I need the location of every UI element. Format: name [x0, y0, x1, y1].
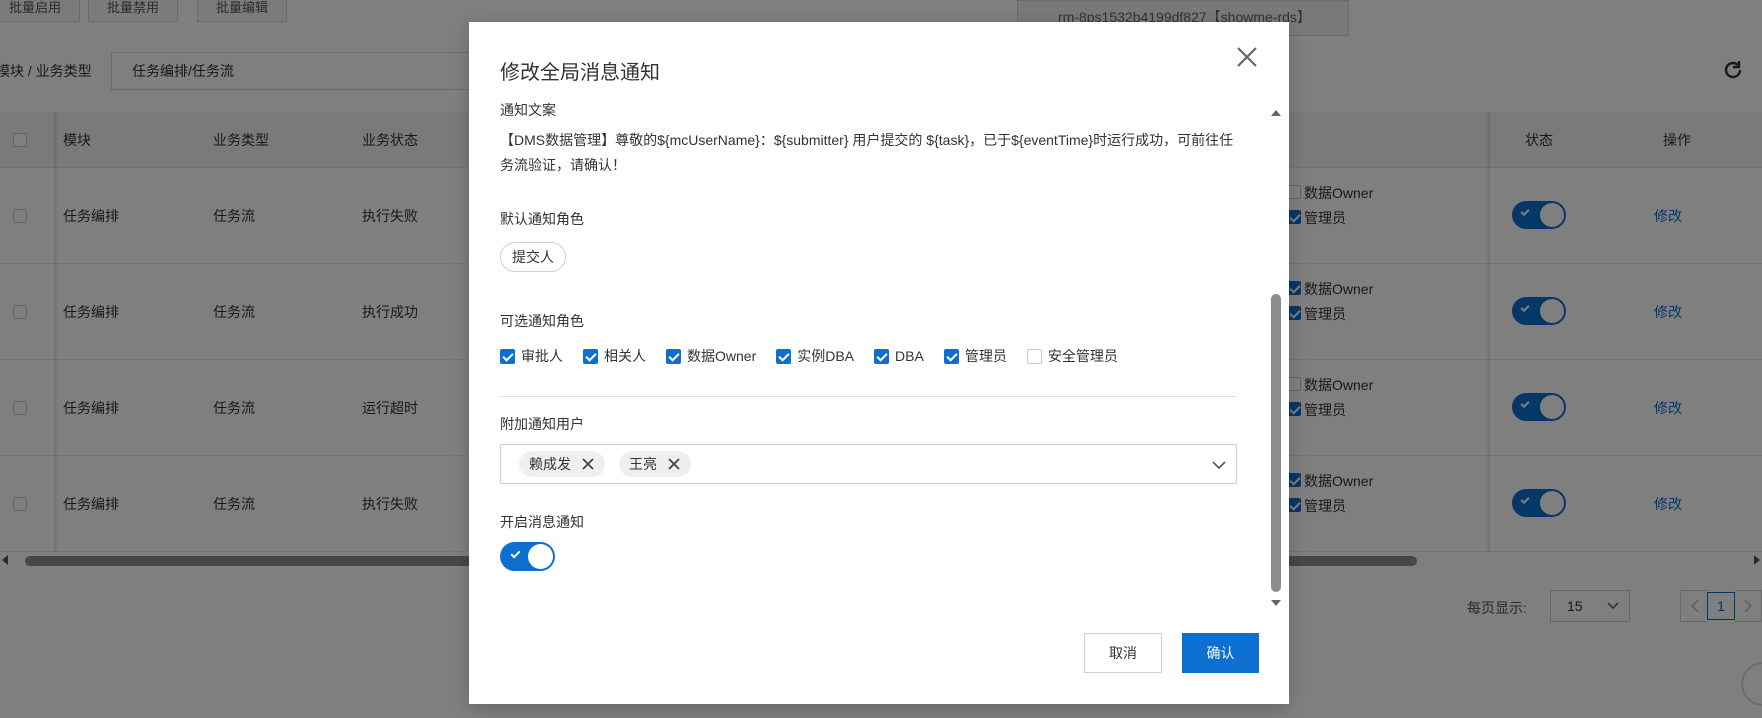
extra-users-label: 附加通知用户 — [500, 416, 584, 432]
user-tag-label: 王亮 — [629, 456, 657, 472]
role-label: 实例DBA — [797, 348, 855, 364]
role-option-admin[interactable]: 管理员 — [943, 346, 1007, 366]
role-option-related[interactable]: 相关人 — [583, 346, 646, 366]
section-divider — [500, 396, 1237, 397]
dialog-title: 修改全局消息通知 — [500, 62, 660, 84]
scroll-down-arrow[interactable] — [1271, 600, 1281, 606]
chevron-down-icon[interactable] — [1212, 458, 1226, 472]
remove-tag-icon[interactable] — [581, 457, 595, 471]
role-label: 管理员 — [964, 348, 1007, 364]
checkbox-approver[interactable] — [500, 348, 515, 364]
dialog-vertical-scrollbar[interactable] — [1271, 294, 1281, 592]
role-label: 审批人 — [521, 348, 563, 364]
checkbox-security-admin[interactable] — [1026, 348, 1042, 364]
edit-global-notification-dialog: 修改全局消息通知 通知文案 【DMS数据管理】尊敬的${mcUserName}：… — [469, 22, 1289, 704]
user-tag: 王亮 — [619, 451, 691, 477]
cancel-button[interactable]: 取消 — [1084, 633, 1162, 673]
optional-roles-group: 审批人 相关人 数据Owner 实例DBA DBA 管理员 安全管理员 — [500, 346, 1138, 366]
checkbox-instance-dba[interactable] — [776, 348, 792, 364]
role-option-approver[interactable]: 审批人 — [500, 346, 563, 366]
confirm-button[interactable]: 确认 — [1182, 633, 1259, 673]
remove-tag-icon[interactable] — [667, 457, 681, 471]
message-label: 通知文案 — [500, 102, 556, 118]
checkbox-related[interactable] — [583, 348, 598, 364]
role-option-instance-dba[interactable]: 实例DBA — [776, 346, 854, 366]
role-label: 数据Owner — [687, 348, 757, 364]
checkbox-data-owner[interactable] — [666, 348, 681, 364]
user-tag-label: 赖成发 — [529, 456, 571, 472]
role-option-security-admin[interactable]: 安全管理员 — [1026, 346, 1118, 366]
extra-users-select[interactable]: 赖成发 王亮 — [500, 444, 1237, 484]
enable-notification-toggle[interactable] — [500, 542, 555, 571]
checkbox-dba[interactable] — [874, 348, 890, 364]
role-label: 相关人 — [604, 348, 646, 364]
checkbox-admin[interactable] — [943, 348, 959, 364]
default-roles-label: 默认通知角色 — [500, 211, 584, 227]
user-tag: 赖成发 — [519, 451, 605, 477]
message-text: 【DMS数据管理】尊敬的${mcUserName}：${submitter} 用… — [500, 132, 1234, 173]
close-icon[interactable] — [1234, 44, 1260, 70]
dialog-body: 通知文案 【DMS数据管理】尊敬的${mcUserName}：${submitt… — [469, 98, 1269, 618]
default-role-tag: 提交人 — [500, 242, 566, 272]
role-option-data-owner[interactable]: 数据Owner — [666, 346, 756, 366]
scroll-up-arrow[interactable] — [1271, 110, 1281, 116]
role-label: DBA — [895, 348, 924, 364]
role-label: 安全管理员 — [1047, 348, 1118, 364]
enable-label: 开启消息通知 — [500, 514, 584, 530]
optional-roles-label: 可选通知角色 — [500, 313, 584, 329]
role-option-dba[interactable]: DBA — [874, 348, 924, 364]
